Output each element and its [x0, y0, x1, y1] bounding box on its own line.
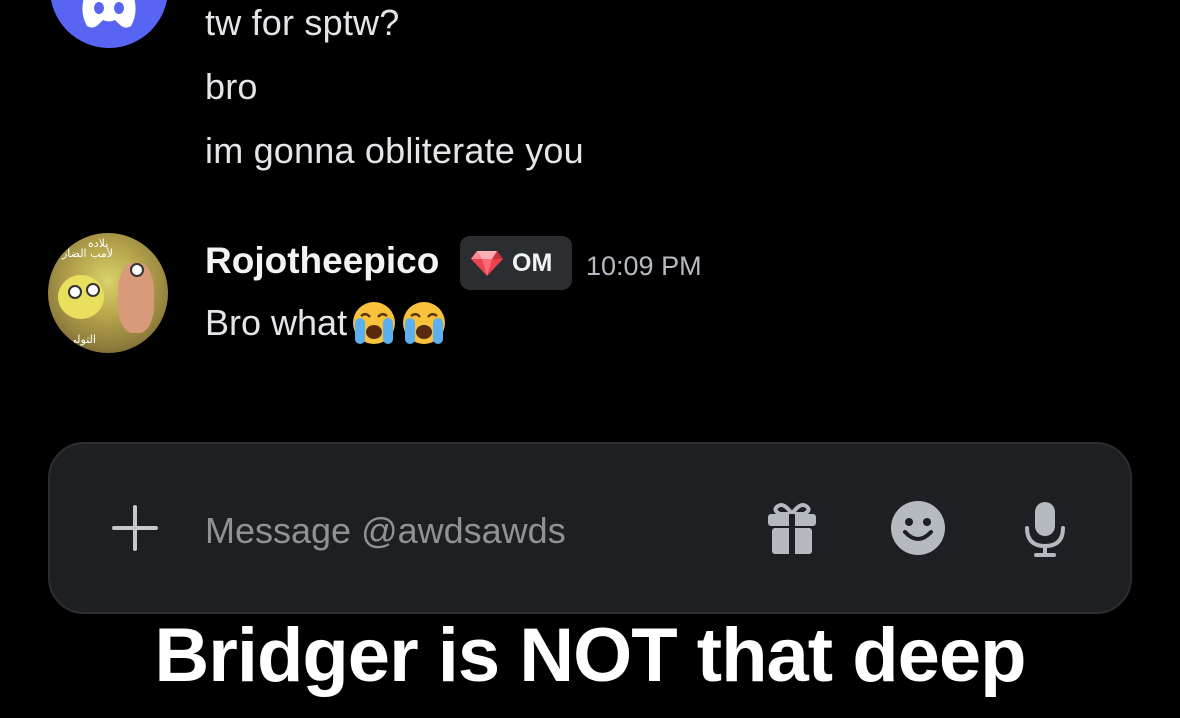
avatar-art	[68, 285, 82, 299]
discord-avatar[interactable]	[50, 0, 168, 48]
meme-caption: Bridger is NOT that deep	[154, 613, 1026, 698]
message-text[interactable]: bro	[205, 66, 258, 108]
avatar-art	[86, 283, 100, 297]
plus-icon[interactable]	[110, 503, 160, 553]
avatar-text: لأمب الضار	[62, 247, 114, 260]
avatar-art	[130, 263, 144, 277]
discord-logo-icon	[82, 0, 136, 28]
avatar-text: التولي	[68, 333, 96, 346]
message-row[interactable]: Bro what	[205, 300, 447, 346]
message-input[interactable]: Message @awdsawds	[205, 510, 566, 552]
author-name[interactable]: Rojotheepico	[205, 240, 439, 282]
message-text[interactable]: tw for sptw?	[205, 2, 399, 44]
message-text[interactable]: im gonna obliterate you	[205, 130, 584, 172]
avatar-art	[58, 275, 104, 319]
tag-label: OM	[512, 248, 553, 277]
emoji-icon[interactable]	[890, 500, 946, 556]
chat-screen: tw for sptw? bro im gonna obliterate you…	[0, 0, 1180, 718]
server-tag[interactable]: OM	[460, 236, 572, 290]
loudly-crying-face-icon	[353, 302, 396, 344]
gem-icon	[471, 251, 503, 276]
mic-icon[interactable]	[1022, 500, 1068, 558]
user-avatar[interactable]: بلاده لأمب الضار التولي	[48, 233, 168, 353]
message-timestamp: 10:09 PM	[586, 251, 702, 281]
message-text: Bro what	[205, 302, 348, 343]
gift-icon[interactable]	[766, 500, 818, 556]
loudly-crying-face-icon	[403, 302, 446, 344]
